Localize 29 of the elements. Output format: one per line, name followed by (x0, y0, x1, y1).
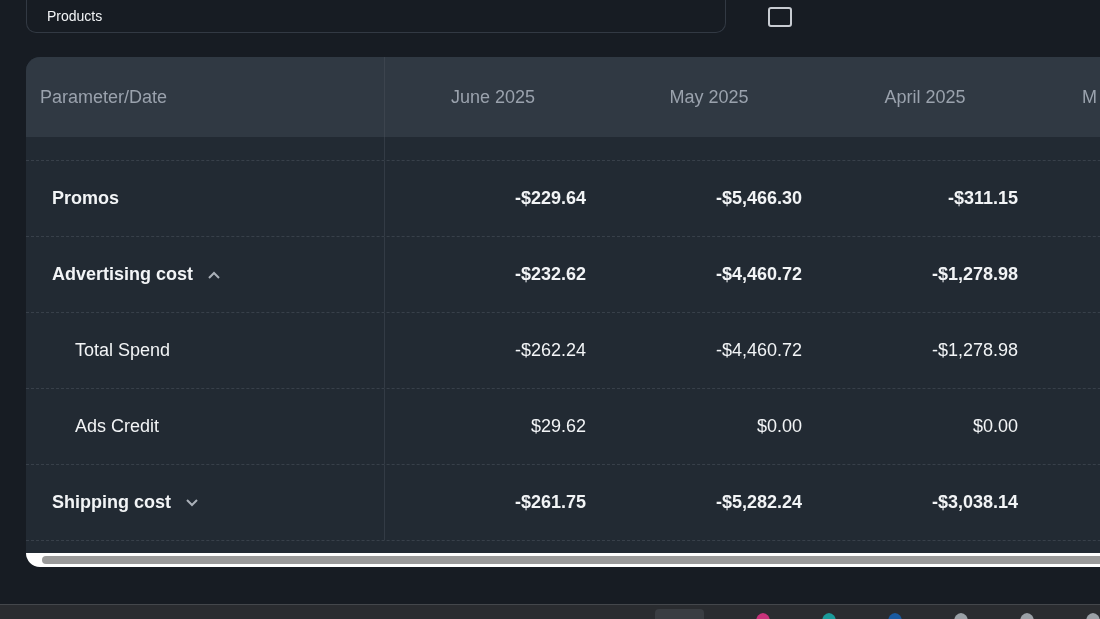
row-label: Ads Credit (75, 416, 160, 437)
table-cell: -$232.62 (514, 264, 586, 285)
row-label: Total Spend (75, 340, 171, 361)
table-cell: $0.00 (756, 416, 802, 437)
caret-icon[interactable] (207, 269, 222, 280)
row-label: Shipping cost (52, 492, 171, 513)
column-header: May 2025 (668, 85, 750, 109)
table-cell: -$1,278.98 (931, 340, 1018, 361)
column-header: M (1081, 85, 1098, 109)
column-header: April 2025 (883, 85, 967, 109)
table-cell: $29.62 (530, 416, 586, 437)
column-header: Parameter/Date (26, 57, 385, 137)
table-cell: -$1,278.98 (931, 264, 1018, 285)
table-cell: -$262.24 (514, 340, 586, 361)
table-cell: -$261.75 (514, 492, 586, 513)
row-label: Advertising cost (52, 264, 194, 285)
column-header: June 2025 (449, 85, 537, 109)
row-label: Promos (52, 188, 120, 209)
table-cell: -$3,038.14 (931, 492, 1018, 513)
horizontal-scrollbar[interactable] (26, 553, 1100, 567)
table-cell: -$5,466.30 (715, 188, 802, 209)
caret-icon[interactable] (185, 497, 199, 508)
table-cell: -$229.64 (514, 188, 586, 209)
products-field[interactable]: Products (26, 0, 726, 33)
table-cell: -$4,460.72 (715, 340, 802, 361)
table-cell: $0.00 (972, 416, 1018, 437)
table-cell: -$4,460.72 (715, 264, 802, 285)
table-cell: -$5,282.24 (715, 492, 802, 513)
table-cell: -$311.15 (947, 188, 1018, 209)
